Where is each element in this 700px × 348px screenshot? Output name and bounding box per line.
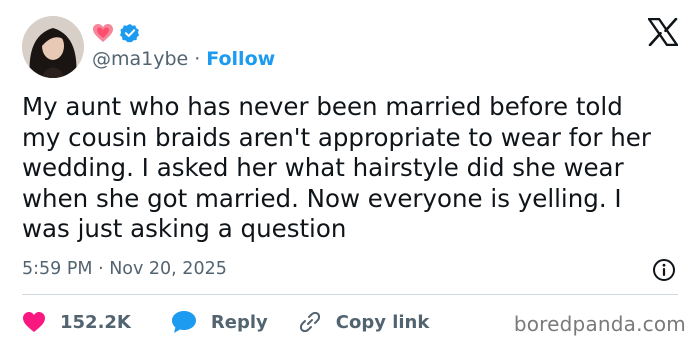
- handle-separator: ·: [194, 48, 201, 70]
- watermark: boredpanda.com: [513, 312, 686, 336]
- follow-button[interactable]: Follow: [206, 48, 275, 70]
- author-handle-row: @ma1ybe · Follow: [92, 48, 275, 70]
- tweet-text: My aunt who has never been married befor…: [22, 92, 651, 243]
- heart-emoji-icon: [93, 24, 113, 42]
- reply-bubble-icon: [171, 311, 196, 333]
- like-button[interactable]: 152.2K: [22, 311, 131, 333]
- avatar[interactable]: [22, 16, 84, 78]
- like-count: 152.2K: [60, 311, 131, 333]
- x-logo-icon[interactable]: [648, 18, 678, 46]
- copy-link-button[interactable]: Copy link: [298, 310, 430, 334]
- copy-link-label: Copy link: [335, 311, 430, 333]
- link-icon: [299, 311, 320, 333]
- author-handle[interactable]: @ma1ybe: [92, 48, 188, 70]
- heart-icon: [23, 312, 45, 332]
- divider: [22, 294, 678, 295]
- reply-button[interactable]: Reply: [171, 310, 268, 334]
- tweet-actions: 152.2K Reply Copy link: [22, 306, 429, 338]
- reply-label: Reply: [210, 311, 268, 333]
- verified-badge-icon: [120, 23, 140, 43]
- author-name-row: [92, 22, 140, 44]
- tweet-timestamp[interactable]: 5:59 PM · Nov 20, 2025: [22, 259, 227, 279]
- info-icon[interactable]: [652, 258, 676, 282]
